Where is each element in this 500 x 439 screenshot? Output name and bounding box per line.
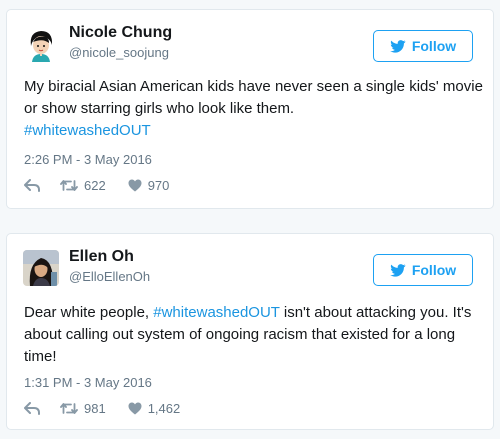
like-button[interactable]: 970 bbox=[128, 178, 170, 193]
like-button[interactable]: 1,462 bbox=[128, 401, 181, 416]
author-handle[interactable]: @ElloEllenOh bbox=[69, 269, 150, 284]
retweet-icon bbox=[60, 179, 78, 192]
tweet-timestamp[interactable]: 2:26 PM - 3 May 2016 bbox=[24, 152, 152, 167]
follow-button[interactable]: Follow bbox=[373, 30, 473, 62]
follow-label: Follow bbox=[411, 38, 457, 54]
avatar[interactable] bbox=[23, 26, 59, 62]
tweet-timestamp[interactable]: 1:31 PM - 3 May 2016 bbox=[24, 375, 152, 390]
twitter-bird-icon bbox=[390, 39, 406, 53]
reply-button[interactable] bbox=[24, 402, 40, 415]
tweet-text: My biracial Asian American kids have nev… bbox=[24, 76, 484, 142]
hashtag-link[interactable]: #whitewashedOUT bbox=[24, 122, 151, 139]
twitter-bird-icon bbox=[390, 263, 406, 277]
hashtag-link[interactable]: #whitewashedOUT bbox=[153, 304, 279, 321]
author-name[interactable]: Ellen Oh bbox=[69, 248, 134, 266]
retweet-icon bbox=[60, 402, 78, 415]
cartoon-avatar-icon bbox=[23, 26, 59, 62]
retweet-button[interactable]: 622 bbox=[60, 178, 106, 193]
avatar[interactable] bbox=[23, 250, 59, 286]
tweet-card: Ellen Oh @ElloEllenOh Follow Dear white … bbox=[6, 233, 494, 430]
heart-icon bbox=[128, 179, 142, 192]
retweet-count: 622 bbox=[84, 178, 106, 193]
tweet-actions: 981 1,462 bbox=[24, 401, 180, 416]
author-name[interactable]: Nicole Chung bbox=[69, 24, 172, 42]
tweet-text: Dear white people, #whitewashedOUT isn't… bbox=[24, 302, 484, 368]
retweet-button[interactable]: 981 bbox=[60, 401, 106, 416]
like-count: 1,462 bbox=[147, 401, 181, 416]
tweet-actions: 622 970 bbox=[24, 178, 169, 193]
retweet-count: 981 bbox=[84, 401, 106, 416]
heart-icon bbox=[128, 402, 142, 415]
reply-button[interactable] bbox=[24, 179, 40, 192]
reply-icon bbox=[24, 179, 40, 192]
tweet-card: Nicole Chung @nicole_soojung Follow My b… bbox=[6, 9, 494, 209]
reply-icon bbox=[24, 402, 40, 415]
author-handle[interactable]: @nicole_soojung bbox=[69, 45, 169, 60]
like-count: 970 bbox=[147, 178, 170, 193]
tweet-body-start: Dear white people, bbox=[24, 304, 154, 321]
follow-label: Follow bbox=[411, 262, 457, 278]
photo-avatar-icon bbox=[23, 250, 59, 286]
follow-button[interactable]: Follow bbox=[373, 254, 473, 286]
tweet-body: My biracial Asian American kids have nev… bbox=[24, 78, 483, 117]
